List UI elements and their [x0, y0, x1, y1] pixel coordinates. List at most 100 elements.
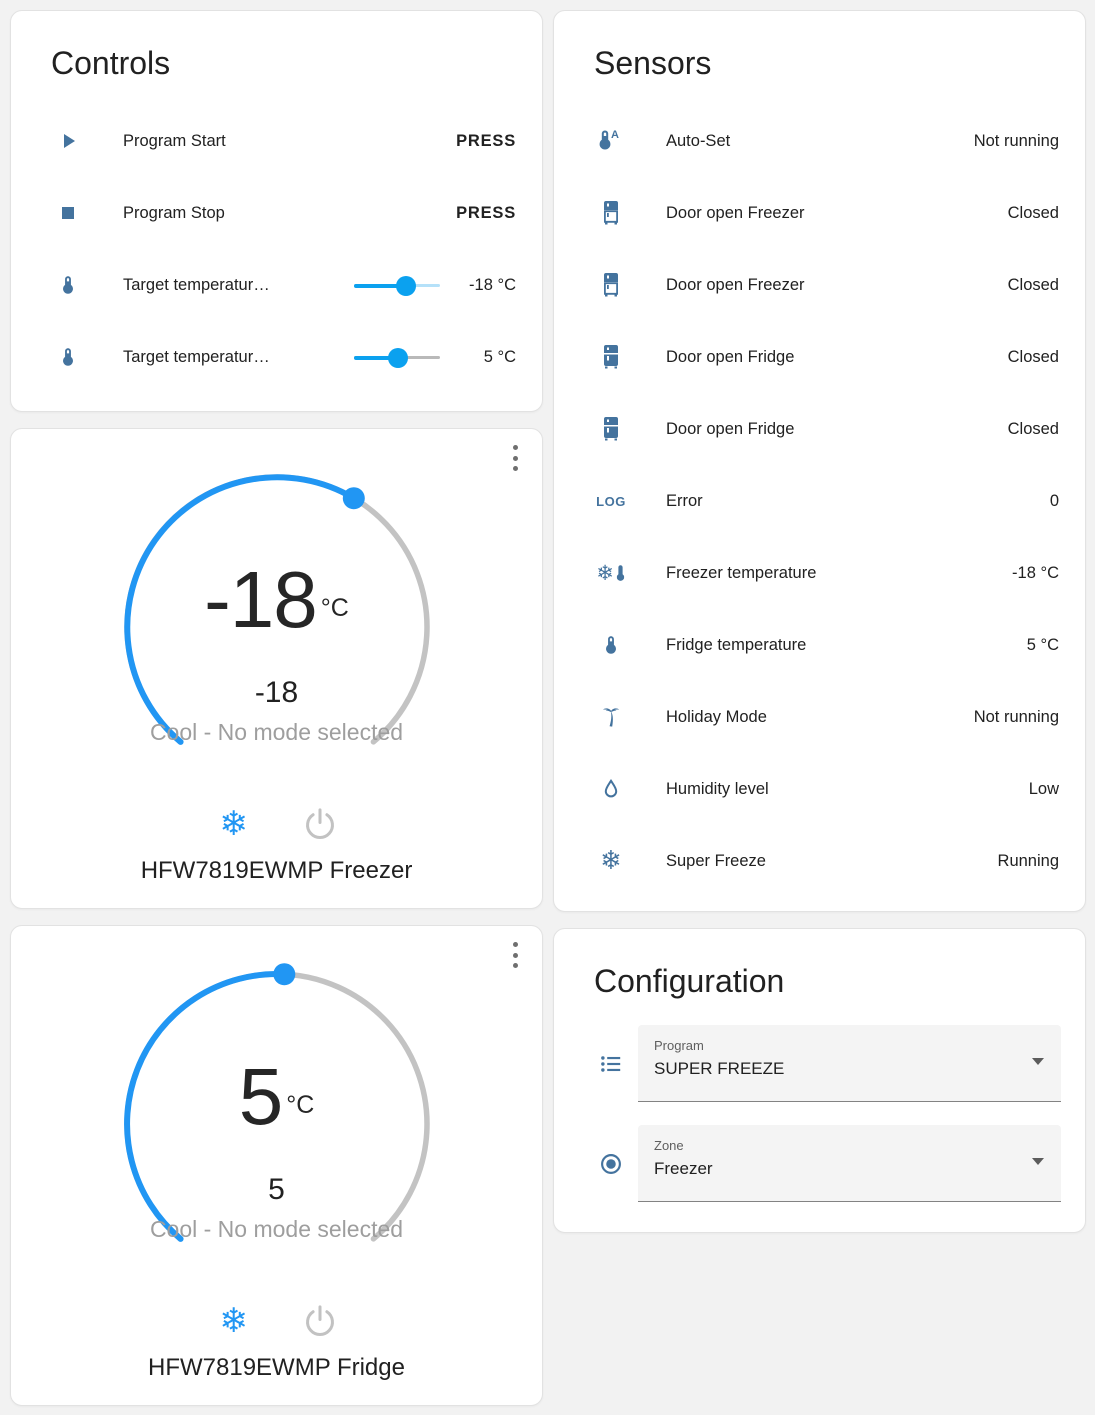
- sensors-card: Sensors A Auto-Set Not running Door open…: [553, 10, 1086, 912]
- sensor-value: Closed: [1007, 347, 1059, 366]
- sensor-name: Door open Fridge: [666, 347, 795, 366]
- sensor-value: Not running: [973, 707, 1059, 726]
- thermometer-icon: [596, 632, 626, 658]
- sensor-row-holiday-mode[interactable]: Holiday Mode Not running: [554, 681, 1085, 753]
- thermometer-icon: [53, 345, 83, 369]
- sensor-row-door-open-fridge[interactable]: Door open Fridge Closed: [554, 321, 1085, 393]
- card-title-controls: Controls: [51, 45, 171, 81]
- snowflake-thermometer-icon: ❄: [596, 562, 626, 584]
- radiobox-icon: [596, 1151, 626, 1177]
- sensor-value: Running: [997, 851, 1059, 870]
- sensor-value: 0: [1049, 491, 1059, 510]
- control-name: Program Start: [123, 131, 226, 150]
- current-temperature: -18: [254, 676, 299, 709]
- fridge-top-icon: [596, 272, 626, 298]
- hvac-mode-text: Cool - No mode selected: [149, 1216, 404, 1242]
- sensor-name: Auto-Set: [666, 131, 731, 150]
- card-title-configuration: Configuration: [594, 963, 785, 999]
- sensor-value: 5 °C: [1026, 635, 1059, 654]
- select-value: Freezer: [654, 1159, 713, 1178]
- dial-readout: -18 °C -18 Cool - No mode selected: [112, 462, 442, 792]
- slider-thumb[interactable]: [395, 275, 416, 296]
- thermometer-icon: [53, 273, 83, 297]
- sensor-name: Door open Fridge: [666, 419, 795, 438]
- target-temperature-slider-fridge[interactable]: [354, 347, 440, 368]
- sensor-row-freezer-temperature[interactable]: ❄ Freezer temperature -18 °C: [554, 537, 1085, 609]
- sensor-row-fridge-temperature[interactable]: Fridge temperature 5 °C: [554, 609, 1085, 681]
- thermostat-card-freezer: -18 °C -18 Cool - No mode selected ❄ HFW7…: [10, 428, 543, 909]
- sensor-value: -18 °C: [1012, 563, 1059, 582]
- program-field-row: Program SUPER FREEZE: [596, 1025, 1061, 1102]
- select-value: SUPER FREEZE: [654, 1059, 785, 1078]
- power-off-icon[interactable]: [299, 803, 341, 845]
- cool-mode-snowflake-icon[interactable]: ❄: [213, 1300, 255, 1342]
- sensor-name: Door open Freezer: [666, 275, 805, 294]
- more-options-icon[interactable]: [506, 445, 524, 471]
- control-row-target-temp-freezer: Target temperatur… -18 °C: [11, 249, 542, 321]
- hvac-mode-buttons: ❄: [213, 1300, 341, 1342]
- thermostat-dial-fridge[interactable]: 5 °C 5 Cool - No mode selected: [112, 959, 442, 1289]
- dropdown-caret-icon: [1032, 1058, 1044, 1065]
- sensor-name: Holiday Mode: [666, 707, 767, 726]
- sensors-rows: A Auto-Set Not running Door open Freezer…: [554, 105, 1085, 911]
- target-temperature-value: 5 °C: [239, 1055, 315, 1147]
- select-label: Zone: [654, 1138, 684, 1153]
- configuration-card: Configuration Program SUPER FREEZE Zone …: [553, 928, 1086, 1233]
- sensor-row-error[interactable]: LOG Error 0: [554, 465, 1085, 537]
- sensor-value: Low: [1028, 779, 1059, 798]
- press-button[interactable]: PRESS: [456, 132, 516, 151]
- cool-mode-snowflake-icon[interactable]: ❄: [213, 803, 255, 845]
- sensor-row-super-freeze[interactable]: ❄ Super Freeze Running: [554, 825, 1085, 897]
- card-title-sensors: Sensors: [594, 45, 712, 81]
- water-drop-icon: [596, 776, 626, 802]
- dial-readout: 5 °C 5 Cool - No mode selected: [112, 959, 442, 1289]
- thermostat-dial-freezer[interactable]: -18 °C -18 Cool - No mode selected: [112, 462, 442, 792]
- format-list-icon: [596, 1051, 626, 1077]
- svg-text:A: A: [611, 129, 619, 141]
- control-name: Target temperatur…: [123, 347, 270, 366]
- more-options-icon[interactable]: [506, 942, 524, 968]
- zone-field-row: Zone Freezer: [596, 1125, 1061, 1202]
- control-row-program-start: Program Start PRESS: [11, 105, 542, 177]
- target-temperature-value: -18 °C: [204, 558, 349, 650]
- sensor-name: Door open Freezer: [666, 203, 805, 222]
- left-column: Controls Program Start PRESS Program Sto…: [10, 10, 543, 1406]
- palm-tree-icon: [596, 704, 626, 730]
- right-column: Sensors A Auto-Set Not running Door open…: [553, 10, 1086, 1406]
- configuration-fields: Program SUPER FREEZE Zone Freezer: [554, 1025, 1085, 1222]
- sensor-row-door-open-fridge[interactable]: Door open Fridge Closed: [554, 393, 1085, 465]
- sensor-name: Error: [666, 491, 703, 510]
- press-button[interactable]: PRESS: [456, 204, 516, 223]
- play-icon: [53, 129, 83, 153]
- sensor-name: Freezer temperature: [666, 563, 817, 582]
- thermometer-auto-icon: A: [596, 128, 626, 154]
- sensor-value: Not running: [973, 131, 1059, 150]
- fridge-top-icon: [596, 200, 626, 226]
- dropdown-caret-icon: [1032, 1158, 1044, 1165]
- slider-thumb[interactable]: [387, 347, 408, 368]
- target-temperature-slider-freezer[interactable]: [354, 275, 440, 296]
- sensor-value: Closed: [1007, 203, 1059, 222]
- sensor-name: Fridge temperature: [666, 635, 807, 654]
- entity-name: HFW7819EWMP Freezer: [140, 857, 413, 884]
- fridge-bottom-icon: [596, 344, 626, 370]
- control-value: 5 °C: [483, 347, 516, 366]
- program-select[interactable]: Program SUPER FREEZE: [638, 1025, 1061, 1102]
- sensor-row-door-open-freezer[interactable]: Door open Freezer Closed: [554, 177, 1085, 249]
- sensor-value: Closed: [1007, 419, 1059, 438]
- controls-card: Controls Program Start PRESS Program Sto…: [10, 10, 543, 412]
- fridge-bottom-icon: [596, 416, 626, 442]
- sensor-row-auto-set[interactable]: A Auto-Set Not running: [554, 105, 1085, 177]
- control-value: -18 °C: [469, 275, 516, 294]
- controls-rows: Program Start PRESS Program Stop PRESS T…: [11, 105, 542, 407]
- current-temperature: 5: [268, 1173, 285, 1206]
- sensor-row-humidity-level[interactable]: Humidity level Low: [554, 753, 1085, 825]
- hvac-mode-buttons: ❄: [213, 803, 341, 845]
- control-row-program-stop: Program Stop PRESS: [11, 177, 542, 249]
- power-off-icon[interactable]: [299, 1300, 341, 1342]
- control-name: Program Stop: [123, 203, 225, 222]
- sensor-value: Closed: [1007, 275, 1059, 294]
- temperature-unit: °C: [286, 1091, 315, 1119]
- sensor-row-door-open-freezer[interactable]: Door open Freezer Closed: [554, 249, 1085, 321]
- zone-select[interactable]: Zone Freezer: [638, 1125, 1061, 1202]
